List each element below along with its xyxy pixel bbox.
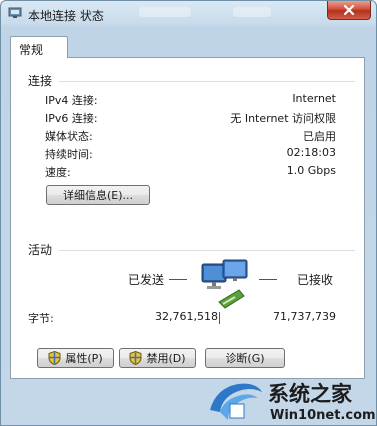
duration-value: 02:18:03 [286, 146, 336, 159]
diagnose-button-label: 诊断(G) [225, 352, 265, 365]
bytes-divider [219, 312, 220, 324]
media-state-value: 已启用 [303, 130, 336, 143]
bytes-received-value: 71,737,739 [273, 310, 336, 323]
watermark-logo [210, 383, 262, 420]
connection-divider [59, 81, 355, 82]
speed-label: 速度: [45, 166, 71, 179]
watermark: 系统之家 Win10net.com [206, 366, 376, 425]
watermark-brand: 系统之家 [268, 382, 352, 406]
received-label: 已接收 [297, 273, 334, 287]
title-bar[interactable]: 本地连接 状态 [1, 1, 376, 27]
shield-icon [48, 351, 61, 365]
media-state-label: 媒体状态: [45, 130, 93, 143]
sent-label: 已发送 [128, 273, 165, 287]
shield-icon [129, 351, 142, 365]
disable-button[interactable]: 禁用(D) [119, 348, 196, 368]
tab-general[interactable]: 常规 [10, 36, 68, 58]
properties-button-label: 属性(P) [65, 352, 103, 365]
connection-heading: 连接 [28, 74, 53, 88]
sent-dash [169, 279, 187, 280]
bytes-sent-value: 32,761,518 [155, 310, 218, 323]
diagnose-button[interactable]: 诊断(G) [205, 348, 285, 368]
ipv6-value: 无 Internet 访问权限 [230, 112, 336, 125]
speed-value: 1.0 Gbps [286, 164, 336, 177]
ipv4-label: IPv4 连接: [45, 94, 98, 107]
duration-label: 持续时间: [45, 148, 93, 161]
watermark-url: Win10net.com [270, 408, 376, 423]
general-panel: 连接 IPv4 连接: Internet IPv6 连接: 无 Internet… [10, 57, 365, 379]
disable-button-label: 禁用(D) [146, 352, 186, 365]
blurred-title-region [233, 7, 271, 17]
received-dash [259, 279, 277, 280]
network-connection-icon [8, 7, 22, 18]
properties-button[interactable]: 属性(P) [37, 348, 114, 368]
close-icon [343, 5, 355, 15]
close-button[interactable] [327, 1, 371, 20]
activity-divider [59, 250, 355, 251]
bytes-label: 字节: [28, 312, 54, 325]
window-title: 本地连接 状态 [28, 9, 104, 23]
ipv4-value: Internet [292, 92, 336, 105]
network-activity-icon [201, 259, 248, 309]
ipv6-label: IPv6 连接: [45, 112, 98, 125]
details-button-label: 详细信息(E)... [62, 189, 134, 202]
tab-general-label: 常规 [19, 43, 44, 57]
blurred-title-region [139, 7, 191, 17]
details-button[interactable]: 详细信息(E)... [46, 185, 150, 205]
activity-heading: 活动 [28, 243, 53, 257]
status-window: 本地连接 状态 常规 连接 IPv4 连接: Internet IPv6 连接:… [0, 0, 377, 426]
